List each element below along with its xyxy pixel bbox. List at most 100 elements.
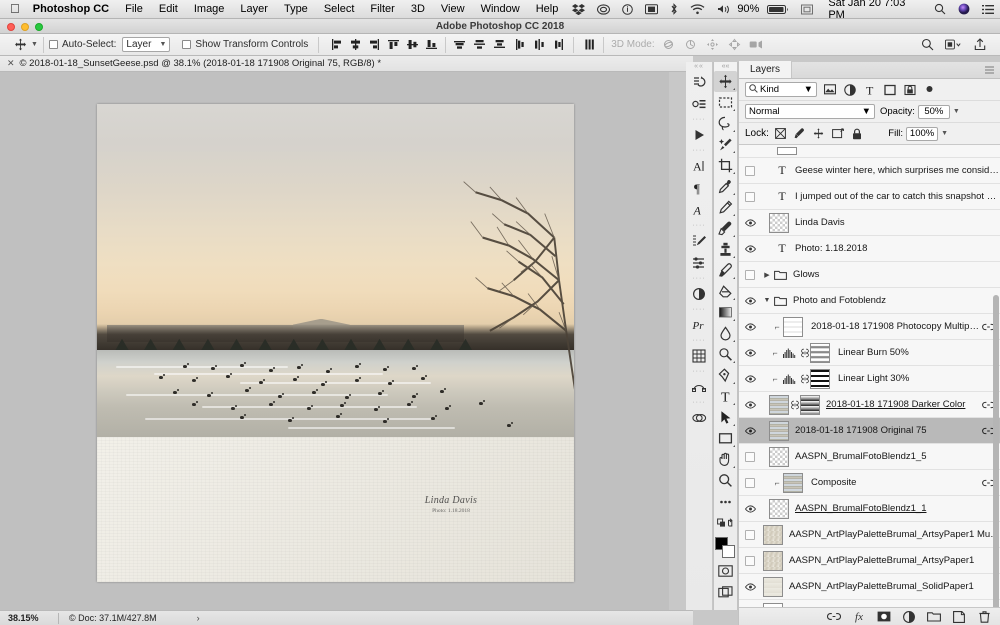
- visibility-toggle[interactable]: [739, 522, 761, 547]
- filter-shape-icon[interactable]: [882, 82, 897, 97]
- rectangular-marquee-tool[interactable]: [714, 92, 737, 113]
- brush-settings-icon[interactable]: [687, 230, 712, 252]
- new-layer-icon[interactable]: [952, 610, 966, 624]
- orbit-3d-icon[interactable]: [660, 36, 677, 54]
- layer-name[interactable]: Geese winter here, which surprises me co…: [789, 165, 1000, 176]
- close-tab-icon[interactable]: ✕: [0, 58, 20, 69]
- new-adjustment-layer-icon[interactable]: [902, 610, 916, 624]
- table-row[interactable]: 2018-01-18 171908 Original 75: [739, 418, 1000, 444]
- menu-item-3d[interactable]: 3D: [403, 3, 433, 15]
- layer-thumbnail[interactable]: [769, 446, 789, 467]
- table-row[interactable]: AASPN_BrumalFotoBlendz1_1: [739, 496, 1000, 522]
- tool-preset-chevron-icon[interactable]: ▼: [31, 41, 38, 48]
- distribute-horizontal-centers-button[interactable]: [531, 36, 548, 54]
- layer-name[interactable]: Photo: 1.18.2018: [789, 243, 1000, 254]
- table-row[interactable]: AASPN_ArtPlayPaletteBrumal_ArtsyPaper1: [739, 548, 1000, 574]
- visibility-toggle[interactable]: [739, 210, 761, 235]
- distribute-right-edges-button[interactable]: [551, 36, 568, 54]
- tab-layers[interactable]: Layers: [739, 61, 793, 78]
- visibility-toggle[interactable]: [739, 548, 761, 573]
- visibility-toggle[interactable]: [739, 366, 761, 391]
- history-panel-icon[interactable]: [687, 71, 712, 93]
- dock-collapse-icon[interactable]: ««: [686, 62, 712, 71]
- panel-menu-icon[interactable]: [985, 66, 994, 77]
- table-row[interactable]: ⌐ Linear Burn 50%: [739, 340, 1000, 366]
- battery-icon[interactable]: [761, 4, 795, 15]
- table-row[interactable]: Linda Davis: [739, 210, 1000, 236]
- dodge-tool[interactable]: [714, 344, 737, 365]
- layer-thumbnail[interactable]: [769, 394, 789, 415]
- link-mask-icon[interactable]: [799, 374, 810, 384]
- menu-item-view[interactable]: View: [433, 3, 473, 15]
- brush-presets-icon[interactable]: [687, 252, 712, 274]
- canvas-area[interactable]: Linda Davis Photo: 1.18.2018: [0, 72, 669, 610]
- menu-item-window[interactable]: Window: [473, 3, 528, 15]
- align-left-edges-button[interactable]: [328, 36, 345, 54]
- table-row[interactable]: AASPN_ArtPlayPaletteBrumal_ArtsyPaper1 M…: [739, 522, 1000, 548]
- filter-toggle-icon[interactable]: [922, 82, 937, 97]
- wifi-icon[interactable]: [684, 3, 711, 15]
- scale-3d-icon[interactable]: [748, 36, 765, 54]
- layer-thumbnail[interactable]: [783, 316, 803, 337]
- layers-scrollbar-thumb[interactable]: [993, 295, 999, 625]
- rectangle-tool[interactable]: [714, 428, 737, 449]
- spotlight-search-icon[interactable]: [928, 3, 952, 15]
- filter-smartobject-icon[interactable]: [902, 82, 917, 97]
- layer-row-partial[interactable]: [739, 145, 1000, 158]
- visibility-toggle[interactable]: [739, 184, 761, 209]
- screen-mode-icon[interactable]: [714, 581, 737, 602]
- menu-item-edit[interactable]: Edit: [151, 3, 186, 15]
- link-mask-icon[interactable]: [789, 400, 800, 410]
- status-expand-arrow[interactable]: ›: [157, 613, 200, 623]
- layer-filter-kind-dropdown[interactable]: Kind ▼: [745, 82, 817, 97]
- menu-clock[interactable]: Sat Jan 20 7:03 PM: [819, 0, 928, 21]
- table-row[interactable]: ⌐ 2018-01-18 171908 Photocopy Multiply 1…: [739, 314, 1000, 340]
- link-layers-icon[interactable]: [827, 610, 841, 624]
- menu-item-file[interactable]: File: [117, 3, 151, 15]
- move-tool[interactable]: [714, 71, 737, 92]
- apple-logo-icon[interactable]: : [0, 2, 31, 15]
- chevron-right-icon[interactable]: ▶: [761, 271, 773, 279]
- layer-name[interactable]: Composite: [803, 477, 981, 488]
- layer-thumbnail[interactable]: [769, 420, 789, 441]
- layer-mask-thumbnail[interactable]: [800, 394, 820, 415]
- zoom-level[interactable]: 38.15%: [0, 613, 58, 623]
- layer-name[interactable]: AASPN_ArtPlayPaletteBrumal_SolidPaper1: [783, 581, 1000, 592]
- align-vertical-centers-button[interactable]: [404, 36, 421, 54]
- menu-item-help[interactable]: Help: [528, 3, 567, 15]
- paragraph-panel-icon[interactable]: ¶: [687, 177, 712, 199]
- background-color-swatch[interactable]: [722, 545, 735, 558]
- layer-thumbnail[interactable]: [769, 212, 789, 233]
- fill-value-field[interactable]: 100%: [906, 126, 939, 141]
- align-horizontal-centers-button[interactable]: [347, 36, 364, 54]
- menu-item-type[interactable]: Type: [276, 3, 316, 15]
- menu-item-layer[interactable]: Layer: [232, 3, 276, 15]
- layer-name[interactable]: 2018-01-18 171908 Original 75: [789, 425, 981, 436]
- visibility-toggle[interactable]: [739, 314, 761, 339]
- pen-tool[interactable]: [714, 365, 737, 386]
- move-tool-icon[interactable]: [14, 38, 27, 51]
- filter-adjustment-icon[interactable]: [842, 82, 857, 97]
- align-top-edges-button[interactable]: [385, 36, 402, 54]
- layer-mask-thumbnail[interactable]: [810, 342, 830, 363]
- opacity-control[interactable]: Opacity: 50% ▼: [880, 104, 960, 119]
- levels-adjustment-icon[interactable]: [781, 372, 799, 386]
- table-row[interactable]: AASPN_ArtPlayPaletteBrumal_SolidPaper1: [739, 574, 1000, 600]
- roll-3d-icon[interactable]: [682, 36, 699, 54]
- default-colors-swap-icon[interactable]: [714, 512, 737, 533]
- lock-artboard-icon[interactable]: [831, 127, 845, 141]
- visibility-toggle[interactable]: [739, 470, 761, 495]
- visibility-toggle[interactable]: [739, 288, 761, 313]
- screenshot-icon[interactable]: [795, 4, 819, 15]
- table-row[interactable]: T I jumped out of the car to catch this …: [739, 184, 1000, 210]
- quick-mask-icon[interactable]: [714, 560, 737, 581]
- layer-thumbnail[interactable]: [783, 472, 803, 493]
- tools-collapse-icon[interactable]: ««: [714, 62, 737, 71]
- actions-panel-icon[interactable]: [687, 93, 712, 115]
- delete-layer-icon[interactable]: [977, 610, 991, 624]
- quick-selection-tool[interactable]: [714, 134, 737, 155]
- add-layer-style-icon[interactable]: fx: [852, 610, 866, 624]
- table-row[interactable]: ▶ Glows: [739, 262, 1000, 288]
- window-controls[interactable]: [7, 23, 43, 31]
- zoom-tool[interactable]: [714, 470, 737, 491]
